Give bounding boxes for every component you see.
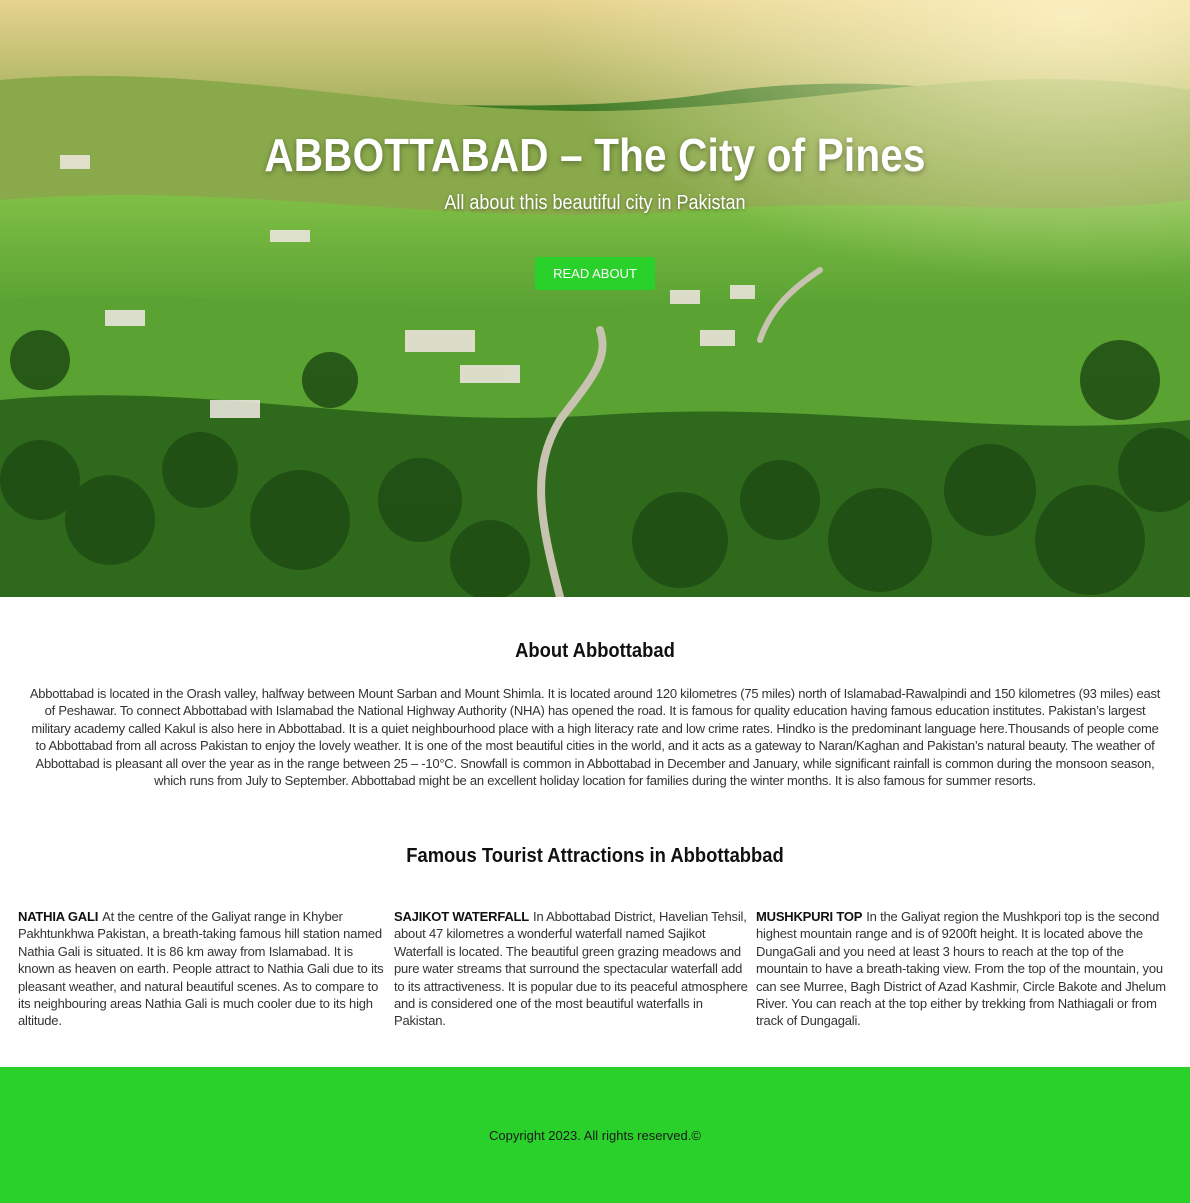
hero-background-image xyxy=(0,0,1190,597)
copyright-text: Copyright 2023. All rights reserved.© xyxy=(489,1128,701,1143)
read-about-button[interactable]: READ ABOUT xyxy=(535,257,655,290)
attraction-mushkpuri-top: MUSHKPURI TOP In the Galiyat region the M… xyxy=(756,908,1178,1030)
attractions-section: NATHIA GALI At the centre of the Galiyat … xyxy=(18,908,1178,1030)
attraction-description: In Abbottabad District, Havelian Tehsil,… xyxy=(394,909,748,1029)
hero-section: ABBOTTABAD – The City of Pines All about… xyxy=(0,0,1190,597)
about-heading: About Abbottabad xyxy=(515,640,675,662)
hero-subtitle: All about this beautiful city in Pakista… xyxy=(444,192,746,214)
attraction-name: SAJIKOT WATERFALL xyxy=(394,909,530,924)
footer: Copyright 2023. All rights reserved.© xyxy=(0,1067,1190,1203)
hero-title: ABBOTTABAD – The City of Pines xyxy=(264,129,926,181)
attraction-name: NATHIA GALI xyxy=(18,909,99,924)
about-text: Abbottabad is located in the Orash valle… xyxy=(29,686,1161,789)
hero-content: ABBOTTABAD – The City of Pines All about… xyxy=(0,128,1190,290)
attraction-description: At the centre of the Galiyat range in Kh… xyxy=(18,909,384,1029)
about-section: About Abbottabad Abbottabad is located i… xyxy=(0,640,1190,789)
attraction-sajikot-waterfall: SAJIKOT WATERFALL In Abbottabad District,… xyxy=(394,908,750,1030)
attraction-nathia-gali: NATHIA GALI At the centre of the Galiyat … xyxy=(18,908,388,1030)
attractions-heading-wrap: Famous Tourist Attractions in Abbottabba… xyxy=(0,845,1190,868)
attraction-name: MUSHKPURI TOP xyxy=(756,909,863,924)
attractions-heading: Famous Tourist Attractions in Abbottabba… xyxy=(406,845,784,867)
attraction-description: In the Galiyat region the Mushkpori top … xyxy=(756,909,1166,1029)
